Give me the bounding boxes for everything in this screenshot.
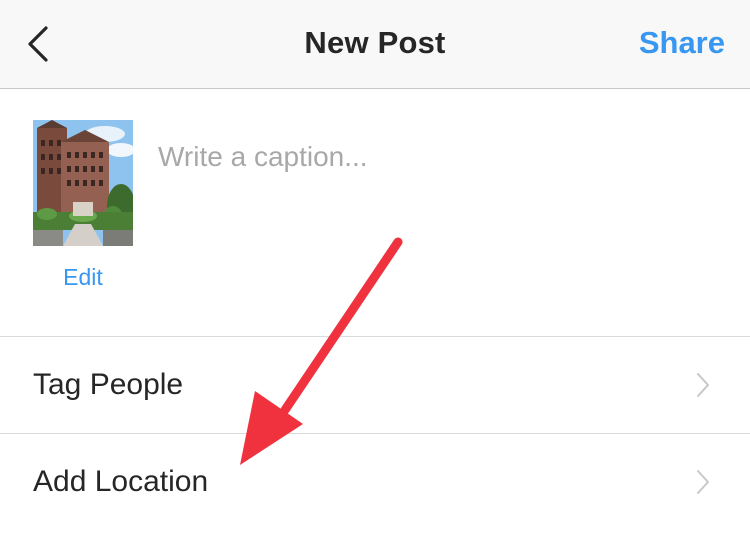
share-button[interactable]: Share [639, 25, 725, 61]
back-button[interactable] [18, 18, 64, 70]
chevron-left-icon [28, 26, 48, 62]
tag-people-label: Tag People [33, 368, 184, 401]
caption-input[interactable] [158, 141, 718, 173]
page-title: New Post [304, 25, 446, 60]
post-composer: Edit [0, 89, 750, 337]
tag-people-row[interactable]: Tag People [0, 337, 750, 434]
add-location-row[interactable]: Add Location [0, 434, 750, 533]
chevron-right-icon [696, 372, 710, 398]
edit-button[interactable]: Edit [33, 264, 133, 291]
post-thumbnail[interactable] [33, 120, 133, 246]
chevron-right-icon [696, 469, 710, 495]
building-photo [33, 120, 133, 246]
navigation-bar: New Post Share [0, 0, 750, 89]
add-location-label: Add Location [33, 465, 209, 498]
new-post-screen: New Post Share Edit Write a caption... T… [0, 0, 750, 533]
